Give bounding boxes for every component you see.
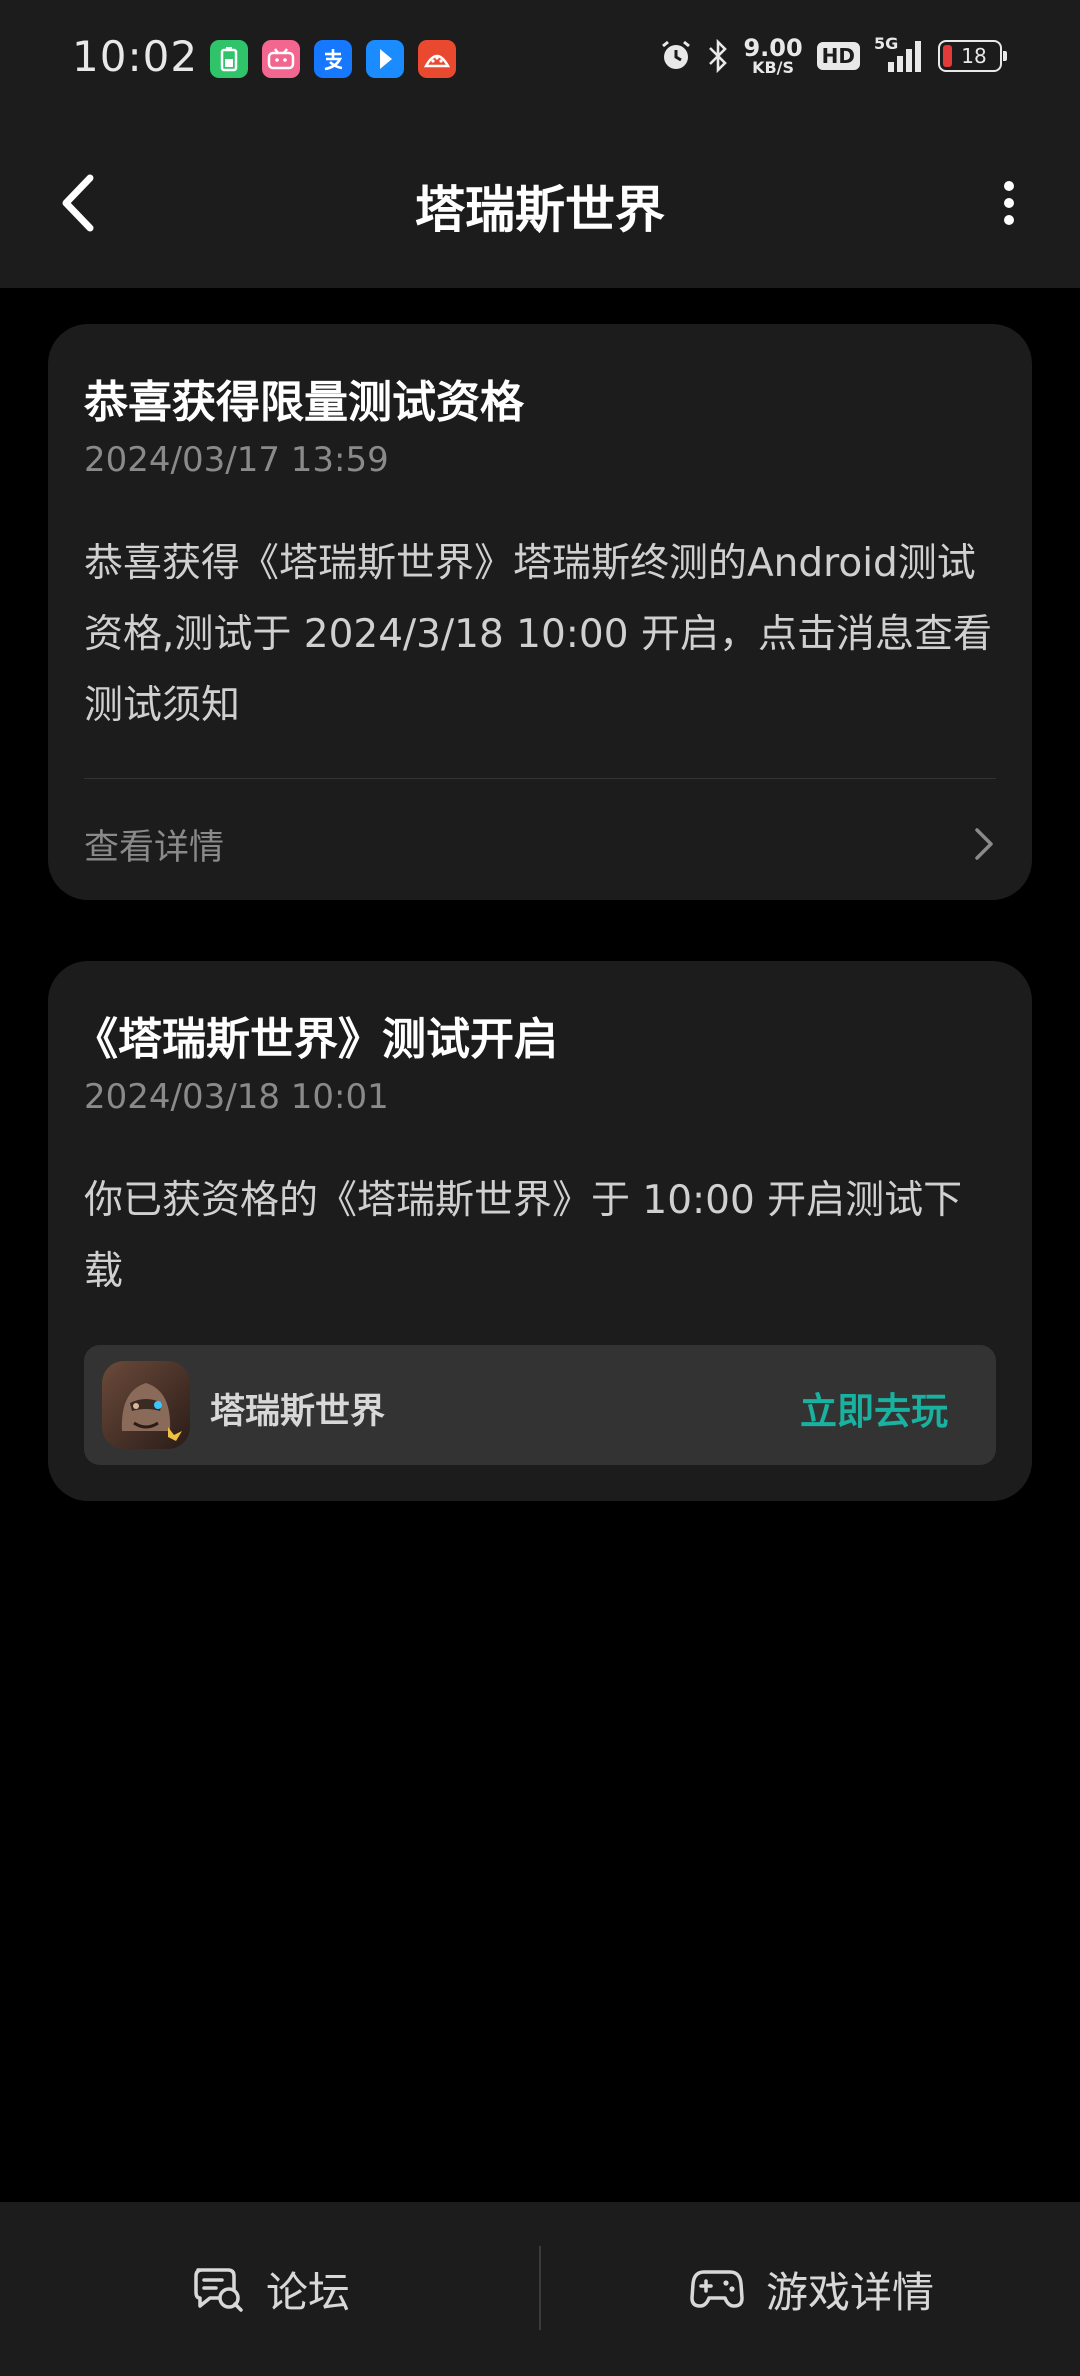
game-app-icon	[102, 1361, 190, 1449]
game-entry[interactable]: 塔瑞斯世界 立即去玩	[84, 1345, 996, 1465]
bottom-bar: 论坛 游戏详情	[0, 2202, 1080, 2376]
bilibili-icon	[262, 40, 300, 78]
battery-level: 18	[961, 44, 987, 68]
network-speed: 9.00 KB/S	[743, 36, 802, 76]
card-title: 恭喜获得限量测试资格	[84, 377, 524, 428]
network-speed-unit: KB/S	[752, 58, 795, 77]
direction-app-icon	[366, 40, 404, 78]
battery-icon: 18	[938, 40, 1007, 72]
card-body: 你已获资格的《塔瑞斯世界》于 10:00 开启测试下载	[84, 1178, 963, 1294]
card-date: 2024/03/17 13:59	[84, 440, 389, 480]
status-bar: 10:02 9.00 KB/S HD 5G 18	[0, 0, 1080, 120]
signal-indicator: 5G	[874, 34, 924, 74]
more-options-button[interactable]	[994, 178, 1024, 228]
signal-bars-icon	[888, 41, 921, 72]
notification-icons	[210, 40, 456, 78]
game-details-tab[interactable]: 游戏详情	[690, 2202, 934, 2376]
play-now-button[interactable]: 立即去玩	[800, 1381, 948, 1435]
gamepad-icon	[690, 2270, 744, 2308]
status-time: 10:02	[72, 32, 199, 81]
alarm-icon	[662, 40, 691, 69]
message-card-qualification[interactable]: 恭喜获得限量测试资格 2024/03/17 13:59 恭喜获得《塔瑞斯世界》塔…	[48, 324, 1032, 900]
red-app-icon	[418, 40, 456, 78]
forum-chat-icon	[194, 2268, 243, 2312]
card-date: 2024/03/18 10:01	[84, 1077, 389, 1117]
page-title: 塔瑞斯世界	[415, 181, 665, 239]
forum-tab[interactable]: 论坛	[192, 2202, 350, 2376]
bottom-divider	[539, 2246, 541, 2330]
view-details-row[interactable]: 查看详情	[84, 814, 996, 874]
message-card-test-open[interactable]: 《塔瑞斯世界》测试开启 2024/03/18 10:01 你已获资格的《塔瑞斯世…	[48, 961, 1032, 1501]
hd-badge: HD	[816, 42, 860, 70]
card-divider	[84, 778, 996, 779]
system-icons: 9.00 KB/S HD 5G 18	[659, 34, 1007, 76]
network-speed-value: 9.00	[743, 34, 803, 62]
game-details-label: 游戏详情	[766, 2267, 935, 2317]
bluetooth-icon	[709, 39, 728, 73]
more-vertical-icon	[1004, 181, 1014, 225]
game-name: 塔瑞斯世界	[210, 1392, 386, 1432]
alipay-icon	[314, 40, 352, 78]
view-details-label: 查看详情	[84, 827, 225, 868]
card-body: 恭喜获得《塔瑞斯世界》塔瑞斯终测的Android测试资格,测试于 2024/3/…	[84, 541, 992, 728]
forum-label: 论坛	[266, 2267, 351, 2317]
battery-app-icon	[210, 40, 248, 78]
app-header: 塔瑞斯世界	[0, 120, 1080, 288]
card-title: 《塔瑞斯世界》测试开启	[74, 1014, 558, 1065]
chevron-right-icon	[975, 828, 993, 860]
